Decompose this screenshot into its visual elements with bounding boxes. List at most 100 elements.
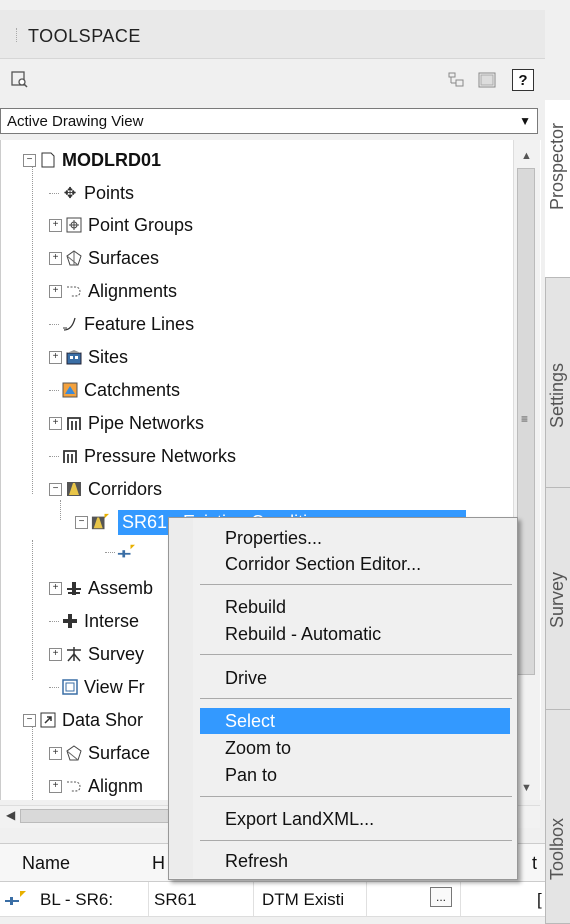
tree-item-corridors[interactable]: − Corridors — [49, 475, 162, 503]
points-icon: ✥ — [63, 185, 77, 202]
collapse-icon[interactable]: − — [23, 153, 36, 167]
column-separator — [460, 882, 461, 916]
title-grip[interactable] — [16, 28, 20, 42]
corridor-icon — [91, 513, 109, 531]
tree-item-intersections[interactable]: Interse — [49, 607, 139, 635]
menu-item-drive[interactable]: Drive — [200, 665, 510, 691]
expand-icon[interactable]: + — [49, 647, 62, 661]
expand-icon[interactable]: + — [49, 350, 62, 364]
scroll-up-icon[interactable]: ▲ — [521, 150, 532, 162]
panel-icon[interactable] — [477, 70, 497, 90]
tree-connector — [49, 192, 59, 194]
row-cell-3: DTM Existi — [262, 890, 345, 909]
tree-item-pipe-networks[interactable]: + Pipe Networks — [49, 409, 204, 437]
tree-item-view-frames[interactable]: View Fr — [49, 673, 145, 701]
column-separator — [253, 882, 254, 916]
expand-icon[interactable]: + — [49, 218, 62, 232]
menu-item-export-landxml[interactable]: Export LandXML... — [200, 806, 510, 832]
pipe-networks-icon — [65, 414, 83, 432]
tab-label: Toolbox — [547, 817, 567, 880]
tree-item-pressure-networks[interactable]: Pressure Networks — [49, 442, 236, 470]
tree-item-label: Surface — [88, 742, 151, 763]
tree-item-ds-surfaces[interactable]: + Surface — [49, 739, 150, 767]
tree-view-icon[interactable] — [446, 70, 466, 90]
expand-icon[interactable]: + — [49, 746, 62, 760]
view-select-value: Active Drawing View — [7, 113, 144, 130]
chevron-down-icon[interactable]: ▼ — [519, 114, 531, 128]
tree-connector — [49, 389, 59, 391]
survey-icon — [65, 645, 83, 663]
tree-connector — [49, 686, 59, 688]
tree-root[interactable]: − MODLRD01 — [23, 146, 161, 174]
tree-item-label: Pipe Networks — [88, 412, 205, 433]
tree-item-alignments[interactable]: + Alignments — [49, 277, 177, 305]
context-menu-gutter — [169, 518, 193, 878]
tree-item-points[interactable]: ✥ Points — [49, 179, 134, 207]
tree-item-survey[interactable]: + Survey — [49, 640, 144, 668]
tree-connector — [49, 323, 59, 325]
tree-item-sites[interactable]: + Sites — [49, 343, 128, 371]
tree-item-feature-lines[interactable]: Feature Lines — [49, 310, 194, 338]
menu-item-pan-to[interactable]: Pan to — [200, 762, 510, 788]
tree-item-label: Pressure Networks — [84, 445, 237, 466]
tree-item-surfaces[interactable]: + Surfaces — [49, 244, 159, 272]
view-select[interactable]: Active Drawing View ▼ — [0, 108, 538, 134]
tree-item-ds-alignments[interactable]: + Alignm — [49, 772, 143, 800]
tree-item-label: Data Shor — [62, 709, 144, 730]
menu-item-zoom-to[interactable]: Zoom to — [200, 735, 510, 761]
help-button[interactable]: ? — [512, 69, 534, 91]
search-icon[interactable] — [10, 70, 30, 90]
panel-title: TOOLSPACE — [28, 26, 141, 46]
collapse-icon[interactable]: − — [23, 713, 36, 727]
baseline-icon — [4, 891, 26, 912]
tree-item-label: Catchments — [84, 379, 181, 400]
tree-item-label: Interse — [84, 610, 140, 631]
expand-icon[interactable]: + — [49, 416, 62, 430]
expand-icon[interactable]: + — [49, 251, 62, 265]
menu-separator — [200, 840, 512, 841]
menu-item-rebuild-automatic[interactable]: Rebuild - Automatic — [200, 621, 510, 647]
expand-icon[interactable]: + — [49, 284, 62, 298]
tree-item-assemblies[interactable]: + Assemb — [49, 574, 153, 602]
menu-item-select[interactable]: Select — [200, 708, 510, 734]
menu-item-properties[interactable]: Properties... — [200, 525, 510, 551]
surfaces-shortcut-icon — [65, 744, 83, 762]
expand-icon[interactable]: + — [49, 779, 62, 793]
point-groups-icon — [65, 216, 83, 234]
column-header-name[interactable]: Name — [22, 853, 70, 874]
tree-item-baseline[interactable] — [105, 538, 140, 566]
column-header-2[interactable]: H — [152, 853, 165, 874]
column-header-last[interactable]: t — [532, 853, 537, 874]
tab-toolbox[interactable]: Toolbox — [545, 710, 570, 924]
menu-item-refresh[interactable]: Refresh — [200, 848, 510, 874]
baseline-icon — [117, 543, 135, 561]
menu-item-rebuild[interactable]: Rebuild — [200, 594, 510, 620]
scroll-left-icon[interactable]: ◀ — [6, 808, 15, 822]
scroll-down-icon[interactable]: ▼ — [521, 782, 532, 794]
tree-item-point-groups[interactable]: + Point Groups — [49, 211, 193, 239]
menu-item-corridor-section-editor[interactable]: Corridor Section Editor... — [200, 551, 510, 577]
row-name: BL - SR6: — [40, 890, 114, 909]
browse-button[interactable]: ... — [430, 887, 452, 907]
alignments-icon — [65, 282, 83, 300]
expand-icon[interactable]: + — [49, 581, 62, 595]
tree-item-data-shortcuts[interactable]: − Data Shor — [23, 706, 143, 734]
tree-guide — [32, 540, 33, 680]
tab-prospector[interactable]: Prospector — [545, 100, 570, 278]
tab-settings[interactable]: Settings — [545, 278, 570, 488]
tree-connector — [49, 455, 59, 457]
tab-survey[interactable]: Survey — [545, 488, 570, 710]
collapse-icon[interactable]: − — [49, 482, 62, 496]
catchments-icon — [61, 381, 79, 399]
column-separator — [366, 882, 367, 916]
menu-separator — [200, 698, 512, 699]
tree-item-catchments[interactable]: Catchments — [49, 376, 180, 404]
menu-separator — [200, 796, 512, 797]
tree-item-label: Feature Lines — [84, 313, 195, 334]
thumb-grip-icon: ≡ — [521, 412, 529, 426]
horizontal-scrollbar-thumb[interactable] — [20, 809, 170, 823]
collapse-icon[interactable]: − — [75, 515, 88, 529]
tab-label: Survey — [547, 571, 567, 628]
tree-guide — [32, 162, 33, 494]
tree-connector — [49, 620, 59, 622]
